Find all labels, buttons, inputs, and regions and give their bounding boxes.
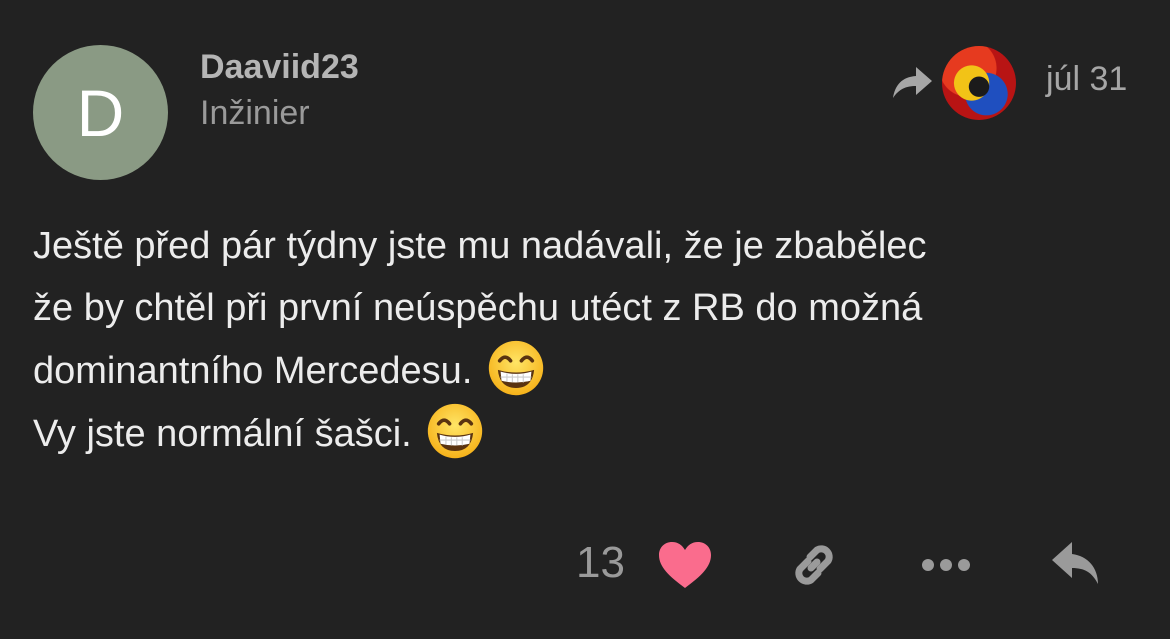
author-username[interactable]: Daaviid23 (200, 48, 359, 87)
avatar-letter: D (76, 75, 125, 150)
post-body: Ještě před pár týdny jste mu nadávali, ž… (33, 215, 1143, 465)
link-icon[interactable] (787, 538, 841, 592)
grinning-face-emoji-icon (428, 403, 483, 459)
grinning-face-emoji-icon (488, 340, 544, 396)
post-line: Ještě před pár týdny jste mu nadávali, ž… (33, 225, 927, 267)
author-avatar[interactable]: D (33, 45, 168, 180)
heart-icon[interactable] (657, 540, 713, 590)
replied-user-avatar (942, 46, 1016, 120)
post-line: že by chtěl při první neúspěchu utéct z … (33, 287, 923, 329)
post-text: dominantního Mercedesu. (33, 350, 473, 392)
share-arrow-icon (893, 67, 932, 98)
reply-to-indicator[interactable] (890, 44, 1016, 122)
post-text: Vy jste normální šašci. (33, 413, 412, 455)
more-dots-icon[interactable] (919, 550, 973, 580)
forum-post: D Daaviid23 Inžinier júl 31 Ještě před p… (0, 0, 1170, 639)
reply-icon[interactable] (1048, 538, 1104, 592)
author-title: Inžinier (200, 94, 310, 132)
post-date[interactable]: júl 31 (1046, 60, 1127, 99)
post-line-with-emoji: Vy jste normální šašci. (33, 402, 1143, 465)
like-count[interactable]: 13 (576, 538, 625, 588)
post-actions: 13 (0, 530, 1170, 600)
post-line-with-emoji: dominantního Mercedesu. (33, 339, 1143, 402)
